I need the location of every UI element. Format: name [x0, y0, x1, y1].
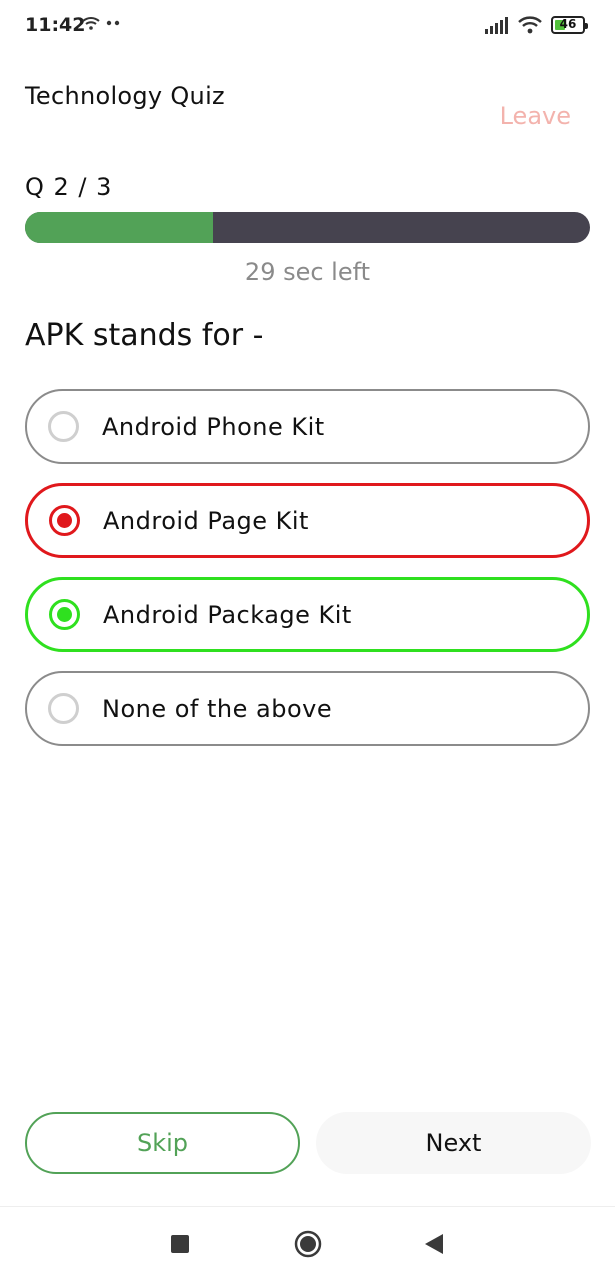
- radio-dot: [57, 607, 72, 622]
- next-button[interactable]: Next: [316, 1112, 591, 1174]
- wifi-icon: [518, 16, 542, 34]
- leave-button[interactable]: Leave: [500, 102, 571, 130]
- radio-dot: [56, 419, 71, 434]
- status-time: 11:42: [25, 14, 86, 36]
- progress-bar: [25, 212, 590, 243]
- radio-button-icon[interactable]: [48, 693, 79, 724]
- radio-button-icon[interactable]: [48, 411, 79, 442]
- status-bar: 11:42 46: [0, 0, 615, 54]
- question-counter: Q 2 / 3: [25, 173, 113, 201]
- radio-button-icon[interactable]: [49, 505, 80, 536]
- answer-option-label: None of the above: [102, 694, 333, 723]
- radio-dot: [56, 701, 71, 716]
- quiz-title: Technology Quiz: [25, 82, 225, 110]
- answer-options: Android Phone Kit Android Page Kit Andro…: [25, 389, 590, 765]
- radio-button-icon[interactable]: [49, 599, 80, 630]
- back-triangle-icon[interactable]: [424, 1233, 444, 1255]
- dots-icon: [106, 20, 120, 26]
- home-circle-icon[interactable]: [294, 1230, 322, 1258]
- skip-button[interactable]: Skip: [25, 1112, 300, 1174]
- battery-level: 46: [559, 17, 577, 31]
- battery-icon: 46: [551, 16, 588, 34]
- signal-icon: [485, 17, 508, 34]
- status-right-icons: 46: [485, 15, 588, 35]
- navigation-bar: [0, 1206, 615, 1280]
- status-left-icons: [82, 16, 120, 30]
- answer-option[interactable]: Android Phone Kit: [25, 389, 590, 464]
- radio-dot: [57, 513, 72, 528]
- answer-option[interactable]: Android Package Kit: [25, 577, 590, 652]
- answer-option-label: Android Page Kit: [103, 506, 309, 535]
- quiz-screen: 11:42 46 Technology Quiz Leave Q 2 / 3 2…: [0, 0, 615, 1280]
- answer-option[interactable]: Android Page Kit: [25, 483, 590, 558]
- timer-text: 29 sec left: [244, 258, 371, 286]
- question-text: APK stands for -: [25, 318, 264, 353]
- answer-option-label: Android Package Kit: [103, 600, 352, 629]
- answer-option[interactable]: None of the above: [25, 671, 590, 746]
- battery-nub: [585, 23, 588, 29]
- progress-fill: [25, 212, 214, 243]
- recents-square-icon[interactable]: [171, 1235, 189, 1253]
- wifi-icon: [82, 17, 100, 30]
- answer-option-label: Android Phone Kit: [102, 412, 325, 441]
